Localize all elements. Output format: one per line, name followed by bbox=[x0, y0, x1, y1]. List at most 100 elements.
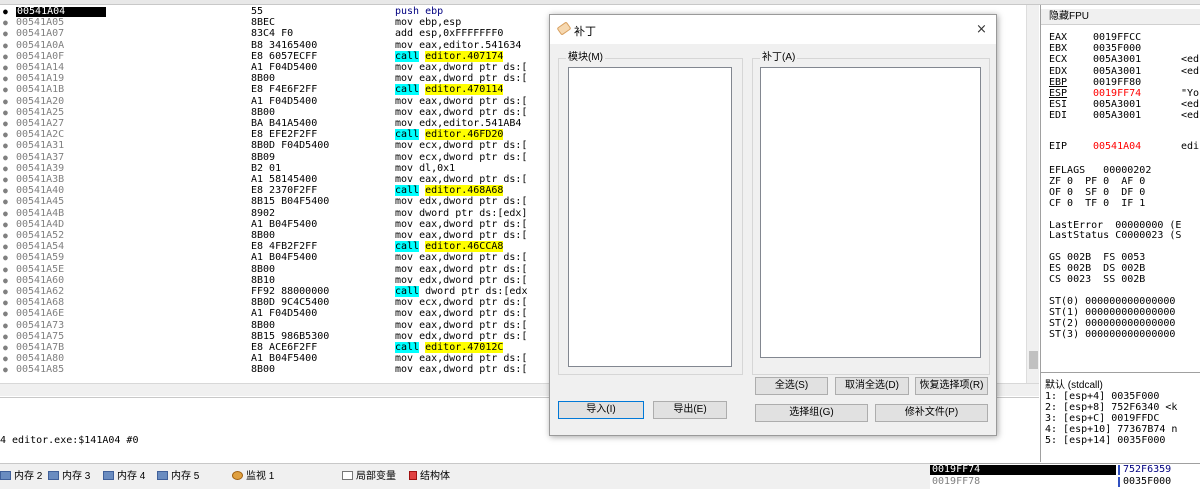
register-line[interactable]: ST(3) 000000000000000 bbox=[1049, 329, 1175, 340]
breakpoint-dot-icon[interactable]: ● bbox=[3, 265, 11, 275]
breakpoint-dot-icon[interactable]: ● bbox=[3, 164, 11, 174]
bottom-tab-label: 内存 4 bbox=[117, 471, 146, 482]
register-line[interactable]: EFLAGS 00000202 bbox=[1049, 165, 1151, 176]
breakpoint-dot-icon[interactable]: ● bbox=[3, 209, 11, 219]
call-target[interactable]: editor.407174 bbox=[425, 50, 504, 62]
instruction-text: mov ecx,dword ptr ds:[ bbox=[395, 152, 527, 163]
instruction-address: 00541A4D bbox=[16, 218, 65, 230]
bottom-tab[interactable]: 监视 1 bbox=[232, 469, 274, 485]
breakpoint-dot-icon[interactable]: ● bbox=[3, 18, 11, 28]
stack-arg-item[interactable]: 4: [esp+10] 77367B74 n bbox=[1045, 424, 1177, 435]
call-target[interactable]: editor.470114 bbox=[425, 84, 504, 96]
instruction-address: 00541A54 bbox=[16, 241, 65, 253]
bottom-tab[interactable]: 内存 5 bbox=[157, 469, 199, 485]
instruction-text: call dword ptr ds:[edx bbox=[395, 286, 527, 297]
breakpoint-dot-icon[interactable]: ● bbox=[3, 287, 11, 297]
call-target[interactable]: editor.468A68 bbox=[425, 185, 504, 197]
breakpoint-dot-icon[interactable]: ● bbox=[3, 130, 11, 140]
breakpoint-dot-icon[interactable]: ● bbox=[3, 242, 11, 252]
stack-address-selected[interactable]: 0019FF74 bbox=[930, 465, 1116, 475]
stack-view[interactable]: 0019FF74 0019FF78 752F6359 0035F000 bbox=[930, 463, 1200, 489]
patch-file-button[interactable]: 修补文件(P) bbox=[875, 404, 988, 422]
close-icon[interactable]: × bbox=[976, 22, 987, 37]
register-value: 0035F000 bbox=[1093, 43, 1142, 55]
bottom-tab[interactable]: 内存 2 bbox=[0, 469, 42, 485]
breakpoint-dot-icon[interactable]: ● bbox=[3, 253, 11, 263]
breakpoint-dot-icon[interactable]: ● bbox=[3, 186, 11, 196]
breakpoint-dot-icon[interactable]: ● bbox=[3, 197, 11, 207]
register-line[interactable]: ZF 0 PF 0 AF 0 bbox=[1049, 176, 1145, 187]
register-line[interactable]: ST(1) 000000000000000 bbox=[1049, 307, 1175, 318]
register-line[interactable]: ES 002B DS 002B bbox=[1049, 263, 1145, 274]
call-target[interactable]: editor.47012C bbox=[425, 342, 504, 353]
stack-arg-item[interactable]: 1: [esp+4] 0035F000 bbox=[1045, 391, 1159, 402]
breakpoint-dot-icon[interactable]: ● bbox=[3, 7, 11, 17]
breakpoint-dot-icon[interactable]: ● bbox=[3, 119, 11, 129]
breakpoint-dot-icon[interactable]: ● bbox=[3, 74, 11, 84]
import-button[interactable]: 导入(I) bbox=[558, 401, 644, 419]
breakpoint-dot-icon[interactable]: ● bbox=[3, 153, 11, 163]
call-target[interactable]: editor.46CCA8 bbox=[425, 241, 504, 253]
disassembly-vertical-scrollbar[interactable] bbox=[1026, 5, 1039, 383]
register-line[interactable]: CF 0 TF 0 IF 1 bbox=[1049, 198, 1145, 209]
bottom-tab-label: 内存 2 bbox=[14, 471, 43, 482]
breakpoint-dot-icon[interactable]: ● bbox=[3, 52, 11, 62]
register-line[interactable]: LastError 00000000 (E bbox=[1049, 220, 1181, 231]
select-all-button[interactable]: 全选(S) bbox=[755, 377, 828, 395]
breakpoint-dot-icon[interactable]: ● bbox=[3, 29, 11, 39]
instruction-segment: mov edx,dword ptr ds:[ bbox=[395, 330, 528, 342]
scrollbar-thumb[interactable] bbox=[1029, 351, 1038, 369]
register-line[interactable]: ST(0) 000000000000000 bbox=[1049, 296, 1175, 307]
call-mnemonic: call bbox=[395, 241, 420, 253]
instruction-segment: mov eax,dword ptr ds:[ bbox=[395, 364, 528, 376]
register-value: 0019FF74 bbox=[1093, 88, 1142, 99]
deselect-all-button[interactable]: 取消全选(D) bbox=[835, 377, 909, 395]
restore-selection-button[interactable]: 恢复选择项(R) bbox=[915, 377, 988, 395]
bottom-tab[interactable]: 内存 4 bbox=[103, 469, 145, 485]
bottom-tab[interactable]: 局部变量 bbox=[342, 469, 396, 485]
bottom-tab-bar: 内存 2 内存 3 内存 4 内存 5 监视 1 局部变量 结构体 bbox=[0, 463, 930, 489]
bottom-tab[interactable]: 内存 3 bbox=[48, 469, 90, 485]
breakpoint-dot-icon[interactable]: ● bbox=[3, 298, 11, 308]
register-line[interactable]: ST(2) 000000000000000 bbox=[1049, 318, 1175, 329]
breakpoint-dot-icon[interactable]: ● bbox=[3, 321, 11, 331]
select-group-button[interactable]: 选择组(G) bbox=[755, 404, 868, 422]
register-line[interactable]: LastStatus C0000023 (S bbox=[1049, 230, 1181, 241]
breakpoint-dot-icon[interactable]: ● bbox=[3, 343, 11, 353]
register-line[interactable]: CS 0023 SS 002B bbox=[1049, 274, 1145, 285]
breakpoint-dot-icon[interactable]: ● bbox=[3, 63, 11, 73]
module-list[interactable] bbox=[568, 67, 732, 367]
stack-arg-item[interactable]: 2: [esp+8] 752F6340 <k bbox=[1045, 402, 1177, 413]
hide-fpu-button[interactable]: 隐藏FPU bbox=[1041, 9, 1200, 25]
call-mnemonic: call bbox=[395, 185, 420, 197]
export-button[interactable]: 导出(E) bbox=[653, 401, 727, 419]
stack-arg-item[interactable]: 5: [esp+14] 0035F000 bbox=[1045, 435, 1165, 446]
dialog-titlebar[interactable]: 补丁 × bbox=[550, 15, 996, 44]
stack-value[interactable]: 752F6359 bbox=[1118, 465, 1200, 475]
breakpoint-dot-icon[interactable]: ● bbox=[3, 97, 11, 107]
breakpoint-dot-icon[interactable]: ● bbox=[3, 141, 11, 151]
instruction-text: mov eax,dword ptr ds:[ bbox=[395, 354, 527, 364]
breakpoint-dot-icon[interactable]: ● bbox=[3, 332, 11, 342]
instruction-bytes: E8 4FB2F2FF bbox=[251, 241, 318, 253]
breakpoint-dot-icon[interactable]: ● bbox=[3, 276, 11, 286]
breakpoint-dot-icon[interactable]: ● bbox=[3, 309, 11, 319]
register-line[interactable]: GS 002B FS 0053 bbox=[1049, 252, 1145, 263]
breakpoint-dot-icon[interactable]: ● bbox=[3, 365, 11, 375]
breakpoint-dot-icon[interactable]: ● bbox=[3, 231, 11, 241]
instruction-bytes: 8B15 B04F5400 bbox=[251, 196, 330, 208]
stack-value[interactable]: 0035F000 bbox=[1118, 477, 1200, 487]
breakpoint-dot-icon[interactable]: ● bbox=[3, 108, 11, 118]
bottom-tab[interactable]: 结构体 bbox=[409, 469, 450, 485]
breakpoint-dot-icon[interactable]: ● bbox=[3, 220, 11, 230]
patch-list[interactable] bbox=[760, 67, 981, 358]
call-target[interactable]: editor.46FD20 bbox=[425, 129, 504, 141]
register-line[interactable]: OF 0 SF 0 DF 0 bbox=[1049, 187, 1145, 198]
breakpoint-dot-icon[interactable]: ● bbox=[3, 175, 11, 185]
breakpoint-dot-icon[interactable]: ● bbox=[3, 354, 11, 364]
stack-arg-item[interactable]: 3: [esp+C] 0019FFDC bbox=[1045, 413, 1159, 424]
breakpoint-dot-icon[interactable]: ● bbox=[3, 41, 11, 51]
breakpoint-dot-icon[interactable]: ● bbox=[3, 85, 11, 95]
calling-convention-label[interactable]: 默认 (stdcall) bbox=[1045, 376, 1103, 391]
stack-address[interactable]: 0019FF78 bbox=[932, 477, 980, 487]
